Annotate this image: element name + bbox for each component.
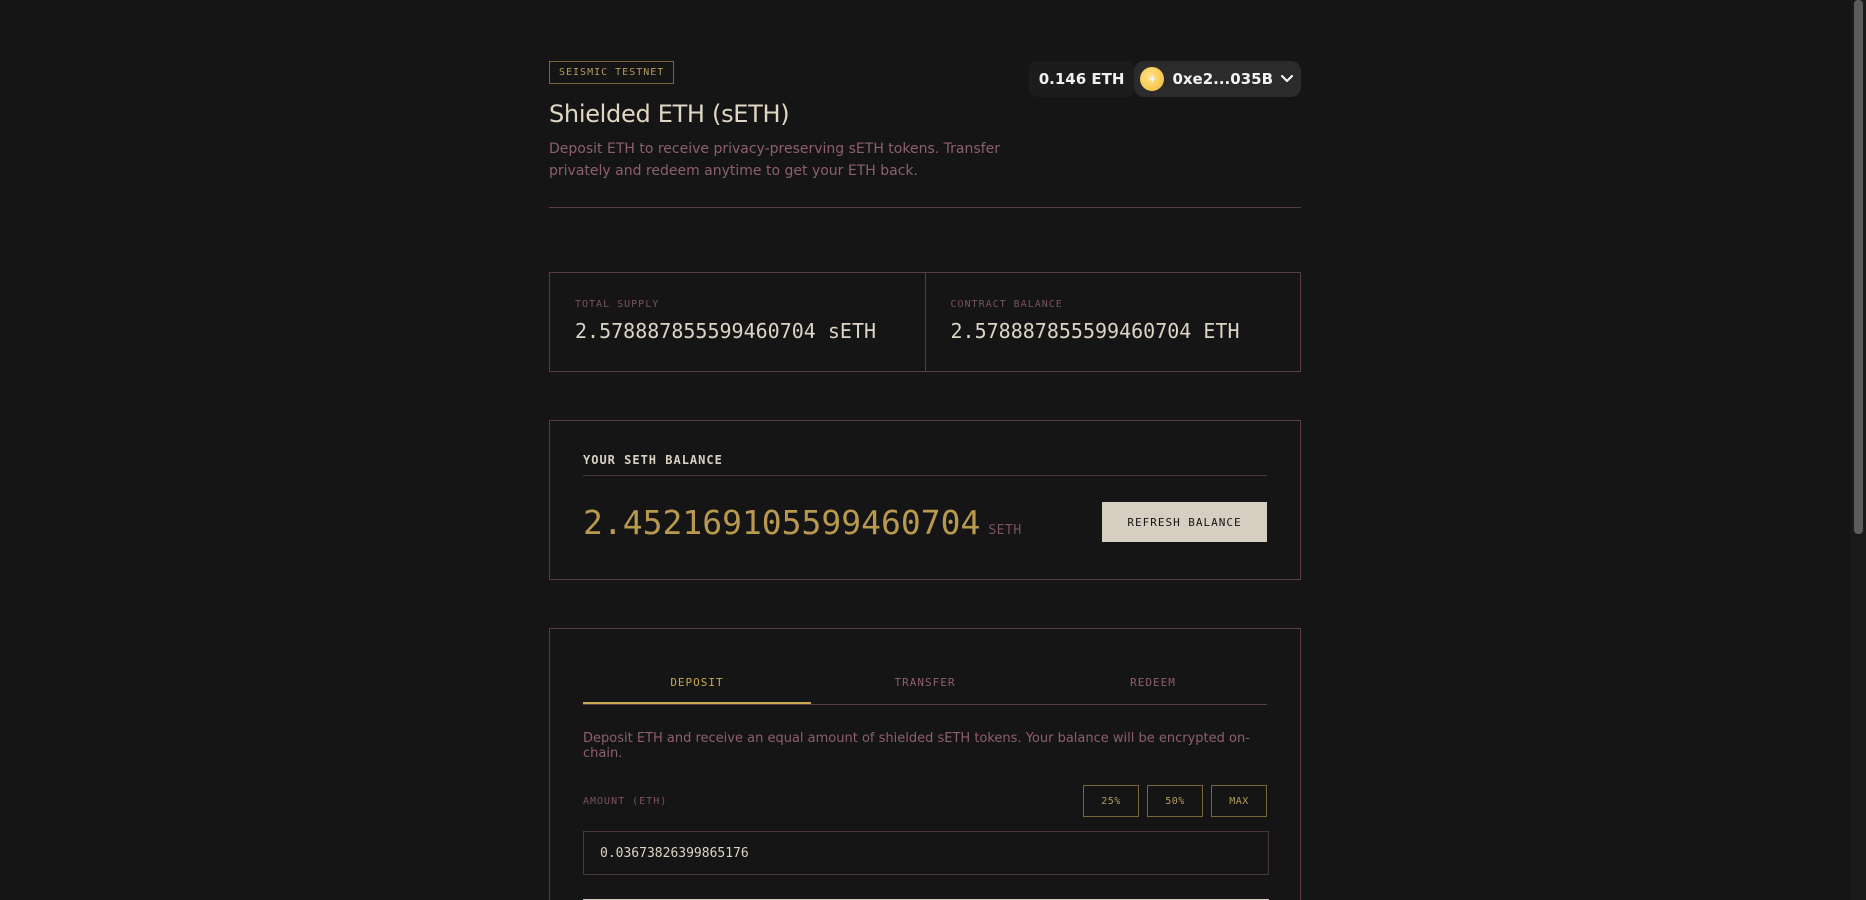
amount-label: AMOUNT (ETH) xyxy=(583,795,668,807)
pct-max-button[interactable]: MAX xyxy=(1211,785,1267,817)
contract-balance-label: CONTRACT BALANCE xyxy=(950,299,1063,310)
coin-avatar-icon: ✦ xyxy=(1140,67,1165,91)
account-address: 0xe2...035B xyxy=(1172,70,1273,88)
main-container: SEISMIC TESTNET Shielded ETH (sETH) Depo… xyxy=(549,0,1301,900)
contract-balance-value: 2.578887855599460704 ETH xyxy=(950,319,1240,343)
page-header: SEISMIC TESTNET Shielded ETH (sETH) Depo… xyxy=(549,0,1301,208)
seth-balance-card: YOUR SETH BALANCE 2.452169105599460704 S… xyxy=(549,420,1301,580)
total-supply-value: 2.578887855599460704 sETH xyxy=(575,319,877,343)
seth-balance-row: 2.452169105599460704 SETH REFRESH BALANC… xyxy=(583,502,1267,542)
seth-balance-unit: SETH xyxy=(988,522,1022,538)
tab-deposit[interactable]: DEPOSIT xyxy=(583,661,811,704)
scrollbar-thumb[interactable] xyxy=(1854,0,1863,534)
account-button[interactable]: ✦ 0xe2...035B xyxy=(1134,61,1301,97)
amount-input[interactable] xyxy=(583,831,1269,875)
chevron-down-icon xyxy=(1280,71,1294,87)
contract-balance-stat: CONTRACT BALANCE 2.578887855599460704 ET… xyxy=(924,273,1301,371)
tab-transfer[interactable]: TRANSFER xyxy=(811,661,1039,704)
tab-redeem[interactable]: REDEEM xyxy=(1039,661,1267,704)
deposit-description: Deposit ETH and receive an equal amount … xyxy=(583,731,1250,761)
supply-stats: TOTAL SUPPLY 2.578887855599460704 sETH C… xyxy=(549,272,1301,372)
seth-balance-amount: 2.452169105599460704 SETH xyxy=(583,503,1022,542)
amount-row: AMOUNT (ETH) 25% 50% MAX xyxy=(583,785,1267,817)
total-supply-stat: TOTAL SUPPLY 2.578887855599460704 sETH xyxy=(550,273,925,371)
percent-buttons: 25% 50% MAX xyxy=(1083,785,1267,817)
refresh-balance-button[interactable]: REFRESH BALANCE xyxy=(1102,502,1267,542)
page-subtitle: Deposit ETH to receive privacy-preservin… xyxy=(549,141,1000,179)
seth-balance-value: 2.452169105599460704 xyxy=(583,502,981,542)
pct-25-button[interactable]: 25% xyxy=(1083,785,1139,817)
pct-50-button[interactable]: 50% xyxy=(1147,785,1203,817)
action-tabs: DEPOSIT TRANSFER REDEEM xyxy=(583,661,1267,705)
seth-balance-label: YOUR SETH BALANCE xyxy=(583,453,1267,476)
wallet-widget: 0.146 ETH ✦ 0xe2...035B xyxy=(1028,61,1301,97)
total-supply-label: TOTAL SUPPLY xyxy=(575,299,660,310)
page-title: Shielded ETH (sETH) xyxy=(549,100,790,128)
page-scrollbar[interactable] xyxy=(1851,0,1866,900)
eth-balance-chip[interactable]: 0.146 ETH xyxy=(1028,61,1135,97)
network-tag: SEISMIC TESTNET xyxy=(549,61,675,84)
action-card: DEPOSIT TRANSFER REDEEM Deposit ETH and … xyxy=(549,628,1301,900)
